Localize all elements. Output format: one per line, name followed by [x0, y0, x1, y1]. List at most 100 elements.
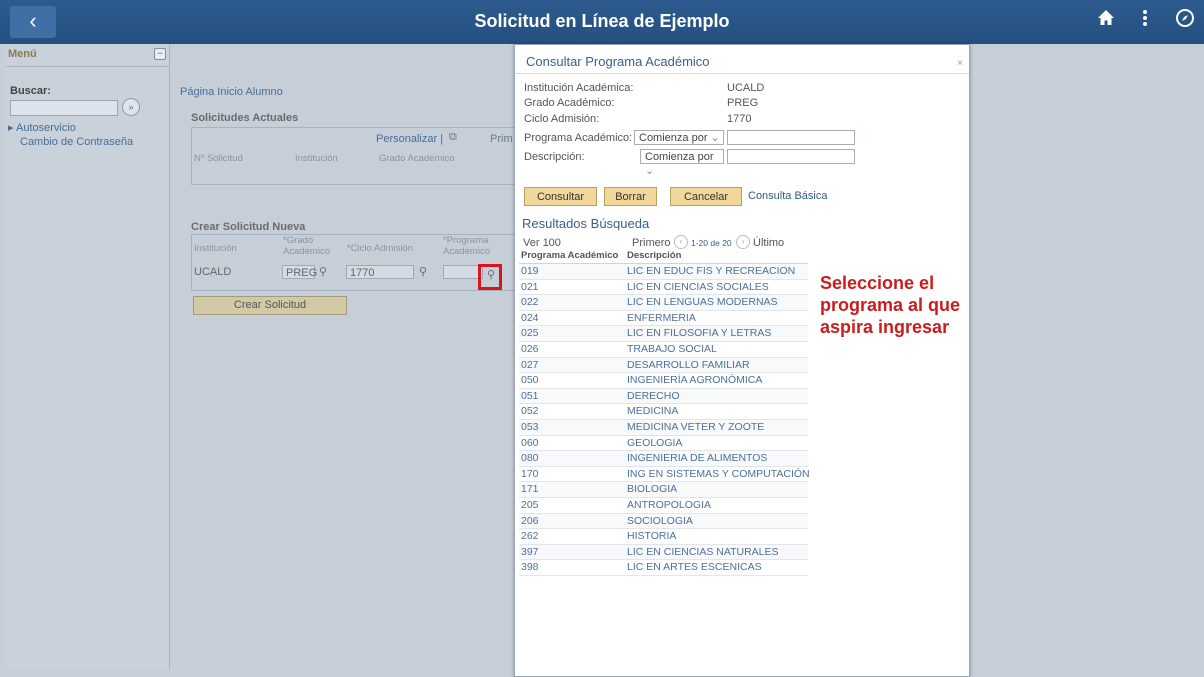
field-label: Institución Académica: [524, 82, 634, 94]
program-description-link[interactable]: LIC EN LENGUAS MODERNAS [627, 295, 778, 309]
search-input[interactable] [10, 100, 118, 116]
cancel-button[interactable]: Cancelar [670, 187, 742, 206]
program-description-link[interactable]: INGENIERIA DE ALIMENTOS [627, 451, 767, 465]
annotation-text: Seleccione el programa al que aspira ing… [820, 273, 961, 337]
table-row[interactable]: 027 DESARROLLO FAMILIAR [519, 357, 808, 374]
program-description-link[interactable]: LIC EN CIENCIAS SOCIALES [627, 280, 769, 294]
first-page-link[interactable]: Primero [632, 237, 671, 249]
collapse-icon[interactable]: − [154, 48, 166, 60]
previous-page-icon[interactable]: ‹ [674, 235, 688, 249]
program-description-link[interactable]: LIC EN ARTES ESCENICAS [627, 560, 762, 574]
program-description-link[interactable]: DERECHO [627, 389, 680, 403]
clear-button[interactable]: Borrar [604, 187, 657, 206]
program-code-link[interactable]: 205 [519, 498, 627, 512]
program-description-link[interactable]: HISTORIA [627, 529, 676, 543]
table-row[interactable]: 171 BIOLOGIA [519, 482, 808, 498]
program-description-link[interactable]: LIC EN EDUC FIS Y RECREACION [627, 264, 795, 278]
program-description-link[interactable]: SOCIOLOGIA [627, 514, 693, 528]
ciclo-field[interactable]: 1770 [346, 265, 414, 279]
next-page-icon[interactable]: › [736, 235, 750, 249]
program-description-link[interactable]: MEDICINA [627, 404, 678, 418]
program-code-link[interactable]: 053 [519, 420, 627, 434]
table-row[interactable]: 051 DERECHO [519, 388, 808, 405]
program-description-link[interactable]: ENFERMERIA [627, 311, 696, 325]
table-row[interactable]: 398 LIC EN ARTES ESCENICAS [519, 560, 808, 576]
field-label: Grado Académico: [524, 97, 615, 109]
table-row[interactable]: 052 MEDICINA [519, 404, 808, 420]
column-header: Programa Académico [521, 250, 619, 261]
grid-view-icon[interactable]: ⧉ [449, 131, 457, 144]
table-row[interactable]: 397 LIC EN CIENCIAS NATURALES [519, 544, 808, 561]
table-row[interactable]: 053 MEDICINA VETER Y ZOOTE [519, 419, 808, 436]
table-row[interactable]: 262 HISTORIA [519, 529, 808, 545]
sidebar-item-cambio-contrasena[interactable]: Cambio de Contraseña [20, 136, 133, 148]
program-code-link[interactable]: 398 [519, 560, 627, 574]
program-code-link[interactable]: 170 [519, 467, 627, 481]
view-100-link[interactable]: Ver 100 [523, 237, 561, 249]
description-operator-select[interactable]: Comienza por ⌄ [640, 149, 724, 177]
program-code-link[interactable]: 397 [519, 545, 627, 559]
more-vertical-icon[interactable] [1130, 8, 1160, 34]
table-row[interactable]: 021 LIC EN CIENCIAS SOCIALES [519, 280, 808, 296]
table-row[interactable]: 206 SOCIOLOGIA [519, 513, 808, 530]
program-description-link[interactable]: ING EN SISTEMAS Y COMPUTACIÓN [627, 467, 810, 481]
program-code-link[interactable]: 019 [519, 264, 627, 278]
program-code-link[interactable]: 051 [519, 389, 627, 403]
program-description-link[interactable]: GEOLOGIA [627, 436, 682, 450]
program-operator-select[interactable]: Comienza por ⌄ [634, 130, 724, 145]
table-row[interactable]: 080 INGENIERIA DE ALIMENTOS [519, 451, 808, 467]
program-code-link[interactable]: 206 [519, 514, 627, 528]
ciclo-lookup-icon[interactable]: ⚲ [416, 265, 430, 279]
personalize-link[interactable]: Personalizar | [376, 133, 443, 145]
table-row[interactable]: 060 GEOLOGIA [519, 436, 808, 452]
program-description-link[interactable]: INGENIERÍA AGRONÓMICA [627, 373, 762, 387]
program-code-link[interactable]: 025 [519, 326, 627, 340]
program-description-link[interactable]: BIOLOGIA [627, 482, 677, 496]
table-row[interactable]: 205 ANTROPOLOGIA [519, 498, 808, 514]
table-row[interactable]: 026 TRABAJO SOCIAL [519, 342, 808, 358]
results-table: Programa Académico Descripción 019 LIC EN … [519, 249, 810, 576]
programa-field[interactable] [443, 265, 483, 279]
close-icon[interactable]: × [957, 58, 963, 69]
basic-search-link[interactable]: Consulta Básica [748, 190, 828, 202]
program-description-link[interactable]: MEDICINA VETER Y ZOOTE [627, 420, 764, 434]
program-code-link[interactable]: 060 [519, 436, 627, 450]
program-code-link[interactable]: 021 [519, 280, 627, 294]
table-row[interactable]: 050 INGENIERÍA AGRONÓMICA [519, 373, 808, 389]
create-application-button[interactable]: Crear Solicitud [193, 296, 347, 315]
program-code-link[interactable]: 050 [519, 373, 627, 387]
home-icon[interactable] [1091, 8, 1121, 34]
program-code-link[interactable]: 171 [519, 482, 627, 496]
description-search-input[interactable] [727, 149, 855, 164]
chevron-down-icon: ⌄ [645, 165, 655, 177]
first-link[interactable]: Prim [490, 133, 513, 145]
program-code-link[interactable]: 022 [519, 295, 627, 309]
program-search-label: Programa Académico: [524, 132, 633, 144]
program-description-link[interactable]: LIC EN CIENCIAS NATURALES [627, 545, 779, 559]
program-code-link[interactable]: 026 [519, 342, 627, 356]
program-description-link[interactable]: DESARROLLO FAMILIAR [627, 358, 750, 372]
grado-lookup-icon[interactable]: ⚲ [316, 265, 330, 279]
modal-title: Consultar Programa Académico [526, 54, 710, 69]
table-row[interactable]: 022 LIC EN LENGUAS MODERNAS [519, 295, 808, 311]
sidebar-item-autoservicio[interactable]: ▸ Autoservicio [8, 121, 76, 134]
grado-field[interactable]: PREG [282, 265, 317, 279]
compass-icon[interactable] [1170, 8, 1200, 34]
table-row[interactable]: 170 ING EN SISTEMAS Y COMPUTACIÓN [519, 467, 810, 483]
program-description-link[interactable]: LIC EN FILOSOFIA Y LETRAS [627, 326, 771, 340]
table-row[interactable]: 024 ENFERMERIA [519, 311, 808, 327]
chevron-down-icon: ⌄ [710, 132, 720, 144]
search-button[interactable]: Consultar [524, 187, 597, 206]
program-code-link[interactable]: 027 [519, 358, 627, 372]
program-description-link[interactable]: TRABAJO SOCIAL [627, 342, 717, 356]
program-code-link[interactable]: 262 [519, 529, 627, 543]
program-code-link[interactable]: 080 [519, 451, 627, 465]
program-code-link[interactable]: 052 [519, 404, 627, 418]
program-search-input[interactable] [727, 130, 855, 145]
program-description-link[interactable]: ANTROPOLOGIA [627, 498, 711, 512]
table-row[interactable]: 025 LIC EN FILOSOFIA Y LETRAS [519, 326, 808, 342]
program-code-link[interactable]: 024 [519, 311, 627, 325]
search-go-icon[interactable]: » [122, 98, 140, 116]
last-page-link[interactable]: Último [753, 237, 784, 249]
table-row[interactable]: 019 LIC EN EDUC FIS Y RECREACION [519, 264, 808, 280]
